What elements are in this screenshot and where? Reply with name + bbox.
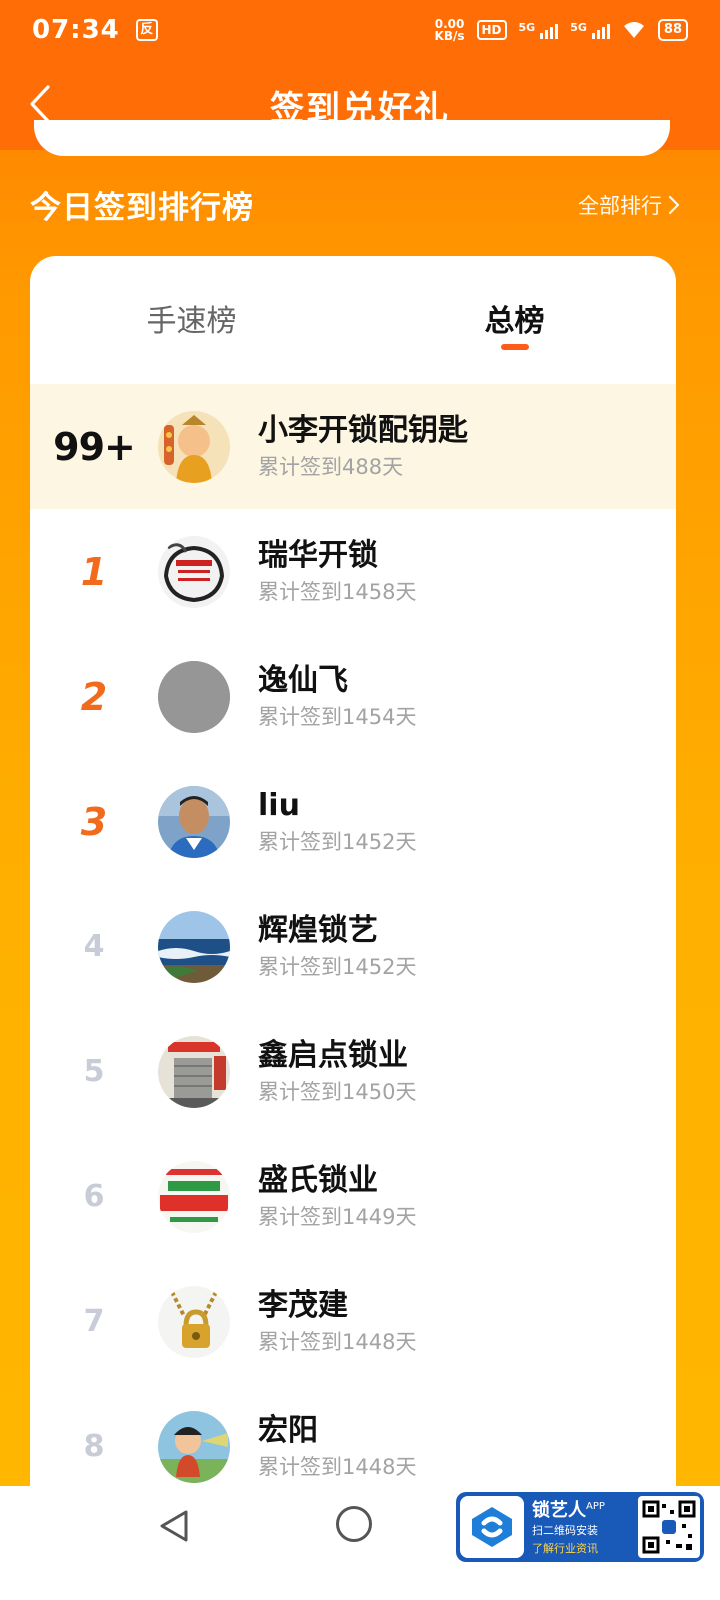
avatar[interactable]	[158, 785, 230, 858]
leaderboard-header: 今日签到排行榜 全部排行	[30, 182, 680, 227]
checkin-days: 累计签到1448天	[258, 1454, 417, 1479]
rank-row[interactable]: 5 鑫启点锁业 累计签到1450天	[30, 1009, 676, 1134]
user-name: 逸仙飞	[258, 662, 348, 698]
user-name: liu	[258, 787, 300, 823]
nav-home-icon[interactable]	[336, 1506, 372, 1542]
user-name: 宏阳	[258, 1412, 318, 1448]
avatar[interactable]	[158, 1160, 230, 1233]
avatar[interactable]	[158, 1285, 230, 1358]
all-rank-label: 全部排行	[578, 193, 662, 218]
user-name: 辉煌锁艺	[258, 912, 378, 948]
qr-code-icon	[638, 1496, 700, 1558]
leaderboard-title: 今日签到排行榜	[30, 190, 254, 226]
user-info: 辉煌锁艺 累计签到1452天	[258, 911, 416, 983]
battery-icon: 88	[657, 19, 688, 41]
promo-text: 锁艺人APP 扫二维码安装 了解行业资讯	[532, 1496, 605, 1558]
rank-number: 3	[30, 799, 158, 844]
user-name: 小李开锁配钥匙	[258, 412, 468, 448]
avatar[interactable]	[158, 535, 230, 608]
checkin-days: 累计签到1448天	[258, 1329, 417, 1354]
rank-row[interactable]: 8 宏阳 累计签到1448天	[30, 1384, 676, 1496]
avatar[interactable]	[158, 660, 230, 733]
user-info: liu 累计签到1452天	[258, 786, 416, 858]
chevron-left-icon	[30, 85, 50, 123]
user-name: 鑫启点锁业	[258, 1037, 408, 1073]
rank-number: 99+	[53, 424, 136, 469]
checkin-days: 累计签到488天	[258, 454, 404, 479]
rank-row[interactable]: 6 盛氏锁业 累计签到1449天	[30, 1134, 676, 1259]
promo-line-1: 扫二维码安装	[532, 1524, 598, 1537]
rank-number: 1	[30, 549, 158, 594]
rank-number: 4	[83, 929, 105, 964]
status-time: 07:34	[32, 15, 120, 45]
rank-number: 6	[83, 1179, 105, 1214]
avatar[interactable]	[158, 910, 230, 983]
rank-number: 2	[30, 674, 158, 719]
user-info: 逸仙飞 累计签到1454天	[258, 661, 416, 733]
tab-speed[interactable]: 手速榜	[30, 256, 353, 384]
checkin-days: 累计签到1458天	[258, 579, 417, 604]
promo-line-2: 了解行业资讯	[532, 1542, 598, 1555]
network-speed: 0.00 KB/s	[435, 18, 465, 42]
user-info: 李茂建 累计签到1448天	[258, 1286, 416, 1358]
signal-icon-2: 5G	[570, 21, 610, 39]
hd-icon: HD	[476, 20, 507, 40]
avatar[interactable]	[158, 1035, 230, 1108]
user-name: 李茂建	[258, 1287, 348, 1323]
tab-overall[interactable]: 总榜	[353, 256, 676, 384]
rank-row[interactable]: 3 liu 累计签到1452天	[30, 759, 676, 884]
checkin-days: 累计签到1450天	[258, 1079, 417, 1104]
avatar[interactable]	[158, 410, 230, 483]
avatar[interactable]	[158, 1410, 230, 1483]
rank-number: 5	[83, 1054, 105, 1089]
checkin-days: 累计签到1449天	[258, 1204, 417, 1229]
nav-back-icon[interactable]	[156, 1506, 196, 1546]
wifi-icon	[623, 22, 644, 38]
signal-label-2: 5G	[570, 21, 587, 34]
promo-app-title: 锁艺人	[532, 1500, 586, 1521]
user-info: 小李开锁配钥匙 累计签到488天	[258, 411, 468, 483]
rank-row[interactable]: 4 辉煌锁艺 累计签到1452天	[30, 884, 676, 1009]
chevron-right-icon	[668, 195, 680, 214]
user-info: 盛氏锁业 累计签到1449天	[258, 1161, 416, 1233]
user-info: 鑫启点锁业 累计签到1450天	[258, 1036, 416, 1108]
signal-icon: 5G	[519, 21, 559, 39]
rank-number: 8	[83, 1429, 105, 1464]
signal-label: 5G	[518, 21, 536, 34]
user-name: 盛氏锁业	[258, 1162, 378, 1198]
user-name: 瑞华开锁	[258, 537, 378, 573]
app-logo-icon	[460, 1496, 524, 1558]
tab-bar: 手速榜 总榜	[30, 256, 676, 384]
status-bar: 07:34 反 0.00 KB/s HD 5G 5G 88	[0, 0, 720, 60]
promo-app-name: 锁艺人APP	[532, 1496, 605, 1522]
rank-number: 7	[83, 1304, 105, 1339]
my-rank-row[interactable]: 99+ 小李开锁配钥匙 累计签到488天	[30, 384, 676, 509]
user-info: 瑞华开锁 累计签到1458天	[258, 536, 416, 608]
leaderboard-card: 手速榜 总榜 99+ 小李开锁配钥匙 累计签到488天 1 瑞华开锁 累计签到1…	[30, 256, 676, 1496]
status-icons: 0.00 KB/s HD 5G 5G 88	[435, 18, 688, 42]
user-info: 宏阳 累计签到1448天	[258, 1411, 416, 1483]
rank-row[interactable]: 7 李茂建 累计签到1448天	[30, 1259, 676, 1384]
rank-row[interactable]: 2 逸仙飞 累计签到1454天	[30, 634, 676, 759]
checkin-days: 累计签到1454天	[258, 704, 417, 729]
checkin-days: 累计签到1452天	[258, 829, 417, 854]
rank-row[interactable]: 1 瑞华开锁 累计签到1458天	[30, 509, 676, 634]
promo-app-sup: APP	[586, 1501, 605, 1512]
checkin-days: 累计签到1452天	[258, 954, 417, 979]
app-notification-icon: 反	[135, 19, 158, 41]
app-promo-banner[interactable]: 锁艺人APP 扫二维码安装 了解行业资讯	[456, 1492, 704, 1562]
previous-card-edge	[34, 120, 670, 156]
all-rank-link[interactable]: 全部排行	[578, 190, 680, 220]
net-speed-unit: KB/s	[434, 29, 465, 43]
